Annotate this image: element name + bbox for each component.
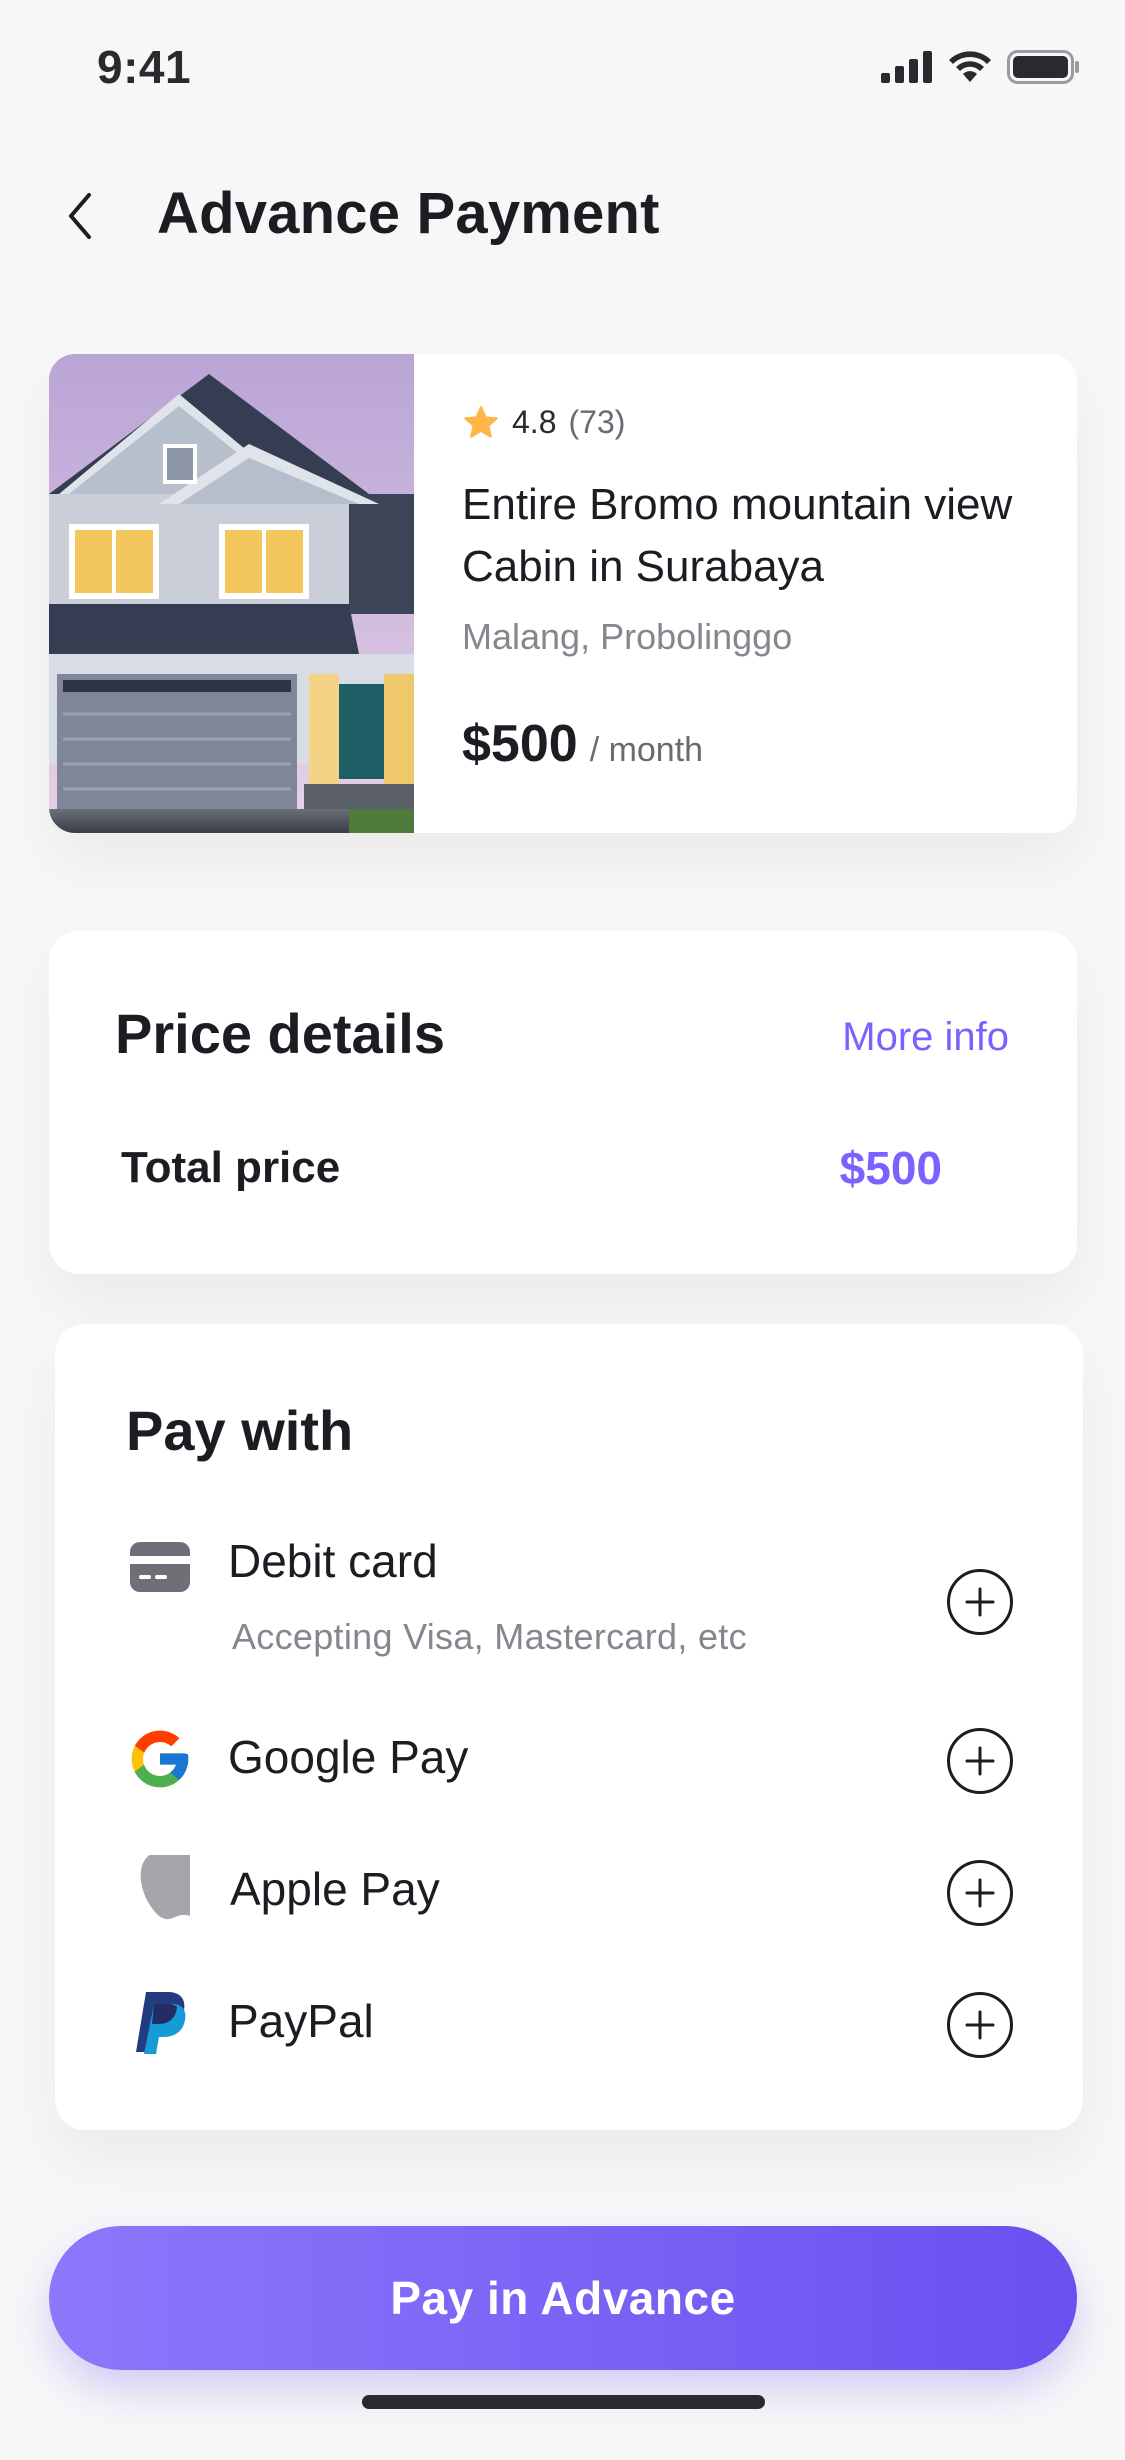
add-apple-pay-button[interactable] (947, 1860, 1013, 1926)
pay-option-paypal[interactable]: PayPal (55, 1978, 1083, 2078)
price-row: $500 / month (462, 714, 703, 774)
pay-option-apple-pay[interactable]: Apple Pay (55, 1846, 1083, 1946)
total-price-value: $500 (839, 1142, 942, 1194)
apple-logo-icon (125, 1855, 195, 1926)
listing-price: $500 (462, 715, 578, 773)
pay-option-label: PayPal (228, 1995, 374, 2047)
pay-option-google-pay[interactable]: Google Pay (55, 1714, 1083, 1814)
status-bar: 9:41 (0, 0, 1125, 140)
plus-icon (965, 1746, 995, 1776)
credit-card-icon (125, 1532, 195, 1602)
chevron-left-icon (69, 193, 91, 239)
pay-with-title: Pay with (126, 1399, 354, 1462)
price-details-title: Price details (115, 1002, 445, 1065)
listing-title: Entire Bromo mountain view Cabin in Sura… (462, 480, 1013, 591)
rating-count: (73) (568, 404, 626, 440)
rating-row: 4.8 (73) (462, 404, 625, 441)
plus-icon (965, 1587, 995, 1617)
add-paypal-button[interactable] (947, 1992, 1013, 2058)
add-debit-card-button[interactable] (947, 1569, 1013, 1635)
plus-icon (965, 1878, 995, 1908)
price-details-card: Price details More info Total price $500 (49, 931, 1077, 1274)
pay-with-card: Pay with Debit card Accepting Visa, Mast… (55, 1324, 1083, 2130)
listing-card[interactable]: 4.8 (73) Entire Bromo mountain view Cabi… (49, 354, 1077, 833)
home-indicator (362, 2395, 765, 2409)
rating-value: 4.8 (512, 404, 557, 440)
star-icon (464, 405, 498, 438)
status-icons (881, 50, 1081, 84)
total-price-label: Total price (121, 1143, 341, 1192)
pay-option-label: Debit card (228, 1535, 438, 1587)
plus-icon (965, 2010, 995, 2040)
add-google-pay-button[interactable] (947, 1728, 1013, 1794)
listing-house-image (49, 354, 414, 833)
status-time: 9:41 (97, 41, 192, 93)
price-period: / month (589, 731, 704, 769)
pay-option-debit-card[interactable]: Debit card Accepting Visa, Mastercard, e… (55, 1522, 1083, 1682)
back-button[interactable] (52, 188, 108, 244)
battery-icon (1007, 50, 1079, 84)
pay-button-label: Pay in Advance (390, 2272, 736, 2324)
more-info-link[interactable]: More info (842, 1015, 1009, 1060)
pay-in-advance-button[interactable]: Pay in Advance (49, 2226, 1077, 2370)
listing-location: Malang, Probolinggo (462, 616, 793, 657)
wifi-icon (949, 51, 991, 82)
pay-option-label: Google Pay (228, 1731, 469, 1783)
pay-option-label: Apple Pay (230, 1863, 440, 1915)
pay-option-subtitle: Accepting Visa, Mastercard, etc (232, 1616, 747, 1657)
paypal-logo-icon (125, 1988, 195, 2058)
page-title: Advance Payment (157, 181, 660, 246)
signal-icon (881, 51, 932, 83)
google-logo-icon (125, 1724, 195, 1794)
